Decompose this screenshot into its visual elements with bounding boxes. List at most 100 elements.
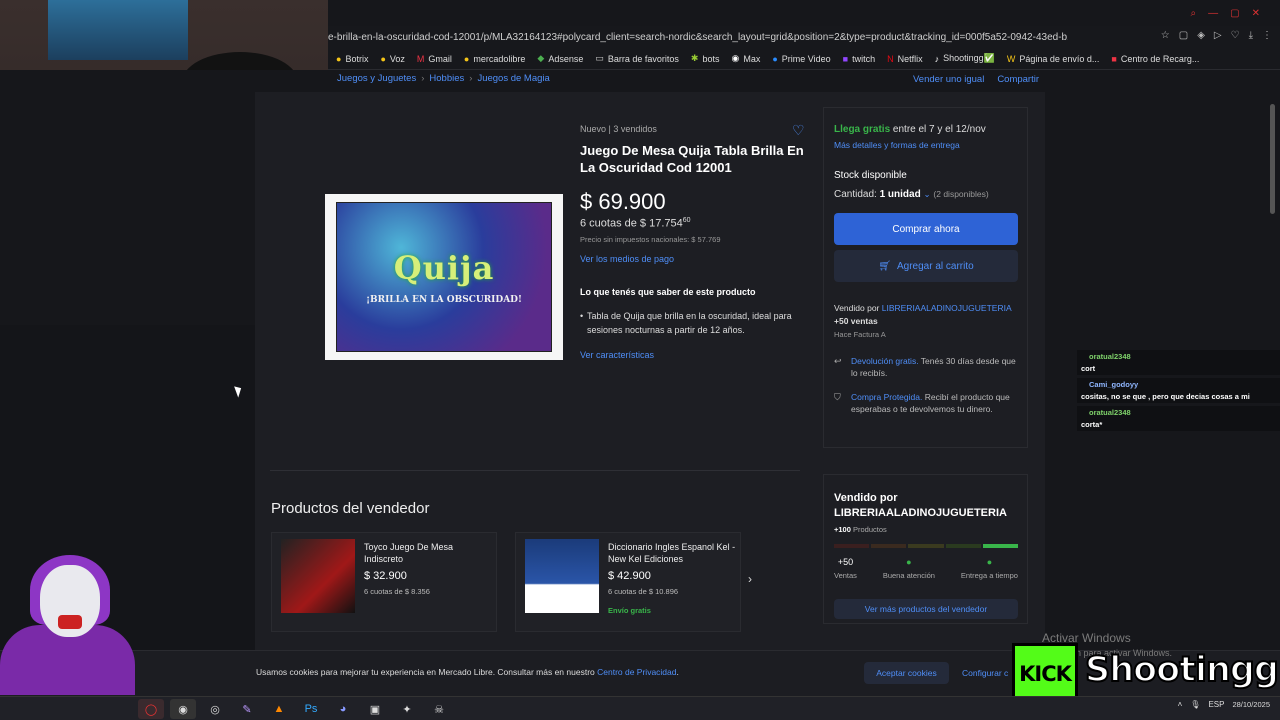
seller-stats: +50 Ventas ● Buena atención ● Entrega a tie…	[834, 557, 1018, 580]
card-price: $ 42.900	[608, 570, 651, 582]
extension-icon[interactable]: ▢	[1179, 30, 1188, 41]
carousel-next-chevron-icon[interactable]: ›	[748, 572, 752, 586]
tool-icon[interactable]: ✦	[394, 699, 420, 719]
breadcrumb-separator: ›	[469, 73, 473, 84]
share-link[interactable]: Compartir	[997, 74, 1039, 85]
discord-icon[interactable]: ◕	[330, 699, 356, 719]
breadcrumb-magia[interactable]: Juegos de Magia	[477, 73, 549, 84]
netflix-icon: N	[887, 53, 894, 64]
microphone-icon[interactable]: 🎙︎	[1190, 700, 1200, 709]
bookmark-shootingg[interactable]: ♪ Shootingg✅	[935, 53, 995, 64]
opera-icon[interactable]: ◯	[138, 699, 164, 719]
clown-avatar	[0, 555, 135, 695]
buy-now-button[interactable]: Comprar ahora	[834, 213, 1018, 245]
bookmark-recarga[interactable]: ■ Centro de Recarg...	[1111, 54, 1199, 64]
download-icon[interactable]: ⤓	[1249, 30, 1253, 41]
terminal-icon[interactable]: ▣	[362, 699, 388, 719]
breadcrumb-separator: ›	[421, 73, 425, 84]
handshake-icon: ●	[463, 53, 470, 64]
configure-cookies-button[interactable]: Configurar c	[955, 662, 1015, 684]
bookmark-netflix[interactable]: N Netflix	[887, 54, 923, 64]
clock[interactable]: 28/10/2025	[1232, 700, 1270, 709]
minimize-icon[interactable]: —	[1208, 8, 1218, 19]
menu-icon[interactable]: ⋮	[1262, 30, 1272, 41]
bookmark-gmail[interactable]: M Gmail	[417, 54, 452, 64]
photoshop-icon[interactable]: Ps	[298, 699, 324, 719]
play-icon[interactable]: ▷	[1214, 30, 1222, 41]
skull-icon[interactable]: ☠	[426, 699, 452, 719]
seller-box: Vendido por LIBRERIAALADINOJUGUETERIA +10…	[823, 474, 1028, 624]
bookmark-prime-video[interactable]: ● Prime Video	[772, 54, 830, 64]
address-bar[interactable]: e-brilla-en-la-oscuridad-cod-12001/p/MLA…	[328, 26, 1280, 48]
bookmark-max[interactable]: ◉ Max	[731, 53, 760, 64]
prime-icon: ●	[772, 53, 778, 64]
seller-box-title: Vendido por LIBRERIAALADINOJUGUETERIA	[834, 492, 1007, 519]
top-actions: Vender uno igual Compartir	[913, 74, 1039, 85]
stat-delivery: ● Entrega a tiempo	[960, 557, 1018, 580]
seller-link[interactable]: LIBRERIAALADINOJUGUETERIA	[882, 303, 1012, 313]
seller-product-card[interactable]: Diccionario Ingles Espanol Kel - New Kel…	[515, 532, 741, 632]
bookmark-voz[interactable]: ● Voz	[380, 54, 404, 64]
bookmark-envio[interactable]: W Página de envío d...	[1007, 54, 1100, 64]
heart-icon[interactable]: ♡	[1231, 30, 1240, 41]
breadcrumb-hobbies[interactable]: Hobbies	[429, 73, 464, 84]
seller-product-card[interactable]: Toyco Juego De Mesa Indiscreto $ 32.900 …	[271, 532, 497, 632]
bookmark-mercadolibre[interactable]: ● mercadolibre	[464, 54, 525, 64]
free-return-info: ↩ Devolución gratis. Tenés 30 días desde …	[834, 356, 1016, 378]
steam-icon[interactable]: ◎	[202, 699, 228, 719]
tray-chevron-up-icon[interactable]: ˄	[1178, 700, 1183, 709]
card-title: Diccionario Ingles Espanol Kel - New Kel…	[608, 542, 736, 564]
taskbar-apps: ◯ ◉ ◎ ✎ ▲ Ps ◕ ▣ ✦ ☠	[138, 699, 452, 719]
shield-icon[interactable]: ◈	[1197, 30, 1205, 41]
app-orange-icon[interactable]: ▲	[266, 699, 292, 719]
seller-info: Vendido por LIBRERIAALADINOJUGUETERIA +5…	[834, 303, 1012, 339]
adsense-icon: ◆	[537, 53, 545, 63]
scrollbar[interactable]	[1270, 104, 1275, 214]
seller-products-heading: Productos del vendedor	[271, 500, 430, 517]
seller-products-count: +100 Productos	[834, 525, 887, 534]
delivery-details-link[interactable]: Más detalles y formas de entrega	[834, 140, 960, 150]
bookmark-bots[interactable]: ✱ bots	[691, 53, 720, 64]
check-dot-icon: ●	[906, 557, 912, 567]
folder-icon: ▭	[595, 53, 604, 63]
feather-icon[interactable]: ✎	[234, 699, 260, 719]
max-icon: ◉	[731, 53, 740, 63]
product-panel: Quija ¡BRILLA EN LA OBSCURIDAD! ♡ Nuevo …	[255, 92, 1045, 702]
url-text[interactable]: e-brilla-en-la-oscuridad-cod-12001/p/MLA…	[328, 32, 1068, 43]
bookmark-folder[interactable]: ▭ Barra de favoritos	[595, 53, 679, 64]
product-image[interactable]: Quija ¡BRILLA EN LA OBSCURIDAD!	[325, 194, 563, 360]
maximize-icon[interactable]: ▢	[1230, 8, 1239, 19]
reputation-thermometer	[834, 544, 1019, 548]
close-icon[interactable]: ✕	[1252, 8, 1260, 19]
card-installments: 6 cuotas de $ 8.356	[364, 587, 430, 596]
privacy-center-link[interactable]: Centro de Privacidad	[597, 667, 676, 677]
bot-icon: ✱	[690, 53, 699, 63]
product-title: Juego De Mesa Quija Tabla Brilla En La O…	[580, 143, 804, 175]
product-info: Nuevo | 3 vendidos Juego De Mesa Quija T…	[580, 124, 810, 360]
condition-text: Nuevo | 3 vendidos	[580, 124, 657, 134]
more-seller-products-button[interactable]: Ver más productos del vendedor	[834, 599, 1018, 619]
add-to-cart-button[interactable]: 🛒︎ Agregar al carrito	[834, 250, 1018, 282]
search-icon[interactable]: ⌕	[1191, 8, 1197, 19]
features-link[interactable]: Ver características	[580, 350, 810, 360]
bookmark-botrix[interactable]: ● Botrix	[336, 54, 368, 64]
quantity-selector[interactable]: Cantidad: 1 unidad ⌄ (2 disponibles)	[834, 189, 989, 200]
obs-icon[interactable]: ◉	[170, 699, 196, 719]
delivery-estimate: Llega gratis entre el 7 y el 12/nov	[834, 124, 986, 135]
language-indicator[interactable]: ESP	[1208, 700, 1224, 709]
ouija-box: Quija ¡BRILLA EN LA OBSCURIDAD!	[336, 202, 552, 352]
accept-cookies-button[interactable]: Aceptar cookies	[864, 662, 949, 684]
bookmark-icon[interactable]: ☆	[1161, 30, 1170, 41]
sell-same-link[interactable]: Vender uno igual	[913, 74, 984, 85]
chat-message: oratual2348 cort	[1077, 350, 1280, 375]
bookmark-twitch[interactable]: ■ twitch	[843, 54, 875, 64]
national-price: Precio sin impuestos nacionales: $ 57.76…	[580, 234, 721, 244]
payment-methods-link[interactable]: Ver los medios de pago	[580, 254, 810, 264]
buy-box: Llega gratis entre el 7 y el 12/nov Más …	[823, 107, 1028, 448]
protected-purchase-info: ⛉ Compra Protegida. Recibí el producto qu…	[834, 392, 1010, 414]
recarga-icon: ■	[1111, 53, 1117, 64]
card-title: Toyco Juego De Mesa Indiscreto	[364, 542, 454, 564]
breadcrumb-juegos[interactable]: Juegos y Juguetes	[337, 73, 416, 84]
bookmark-adsense[interactable]: ◆ Adsense	[537, 53, 583, 64]
return-arrow-icon: ↩	[834, 356, 842, 366]
